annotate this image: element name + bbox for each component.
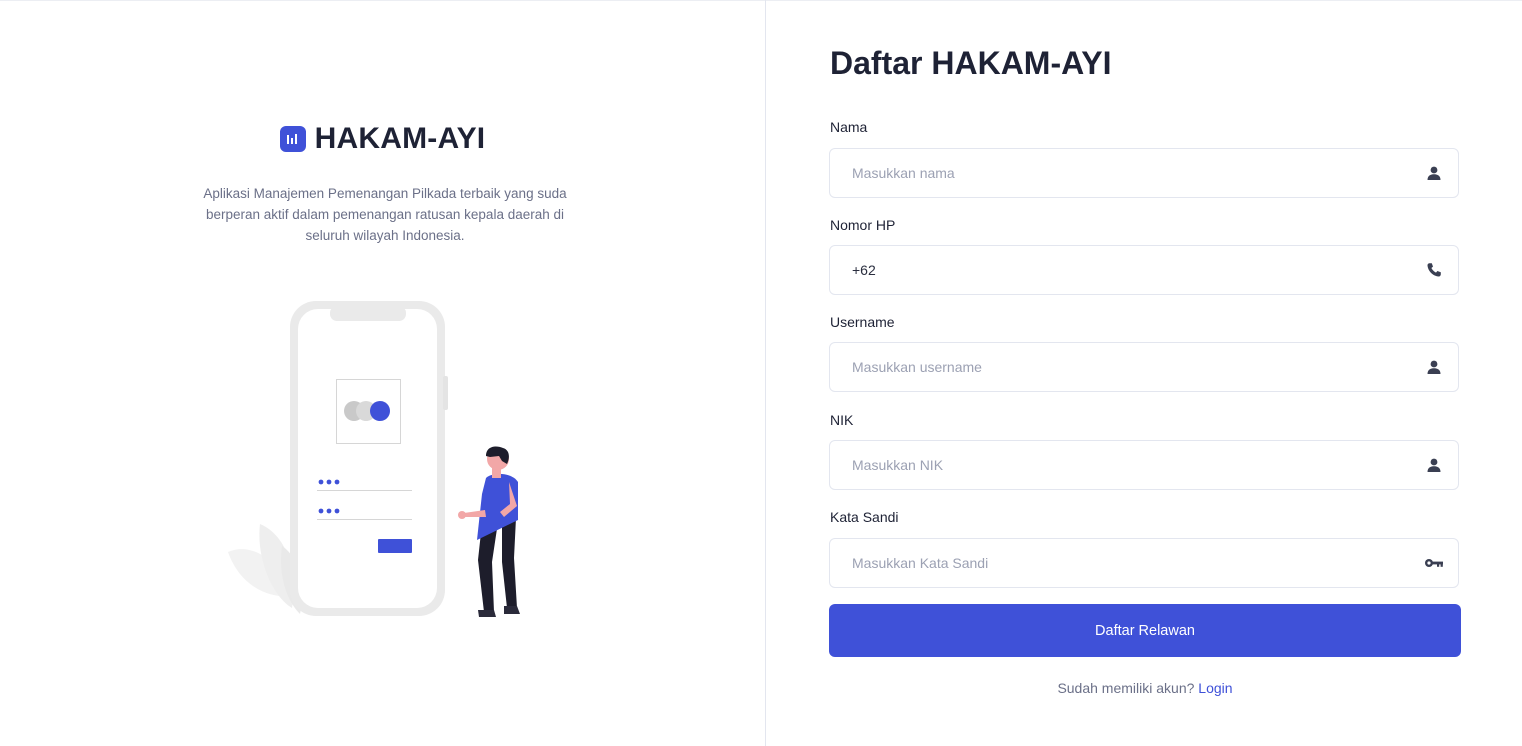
nama-field (829, 148, 1459, 198)
username-field (829, 342, 1459, 392)
username-input[interactable] (852, 343, 1412, 391)
key-icon (1424, 553, 1444, 573)
brand-header: HAKAM-AYI (0, 122, 765, 156)
field-label-nomor-hp: Nomor HP (830, 217, 896, 233)
field-label-nama: Nama (830, 119, 868, 135)
register-page: HAKAM-AYI Aplikasi Manajemen Pemenangan … (0, 0, 1522, 746)
phone-icon (1424, 260, 1444, 280)
user-icon (1424, 163, 1444, 183)
kata-sandi-input[interactable] (852, 539, 1412, 587)
field-label-kata-sandi: Kata Sandi (830, 509, 899, 525)
nomor-hp-field (829, 245, 1459, 295)
brand-name: HAKAM-AYI (314, 122, 486, 155)
brand-tagline: Aplikasi Manajemen Pemenangan Pilkada te… (203, 186, 567, 243)
daftar-relawan-button[interactable]: Daftar Relawan (829, 604, 1461, 657)
kata-sandi-field (829, 538, 1459, 588)
user-icon (1424, 455, 1444, 475)
nama-input[interactable] (852, 149, 1412, 197)
branding-panel: HAKAM-AYI Aplikasi Manajemen Pemenangan … (0, 0, 765, 746)
bar-chart-icon (279, 126, 306, 152)
registration-form-panel: Daftar HAKAM-AYI Nama Nomor HP Username (766, 0, 1522, 746)
nik-input[interactable] (852, 441, 1412, 489)
login-link[interactable]: Login (1198, 680, 1232, 696)
user-icon (1424, 357, 1444, 377)
phone-login-illustration (228, 301, 520, 617)
page-title: Daftar HAKAM-AYI (830, 45, 1112, 81)
login-prompt-text: Sudah memiliki akun? (1057, 680, 1195, 696)
login-prompt: Sudah memiliki akun? Login (829, 680, 1461, 696)
field-label-nik: NIK (830, 412, 854, 428)
field-label-username: Username (830, 314, 895, 330)
nik-field (829, 440, 1459, 490)
nomor-hp-input[interactable] (852, 246, 1412, 294)
